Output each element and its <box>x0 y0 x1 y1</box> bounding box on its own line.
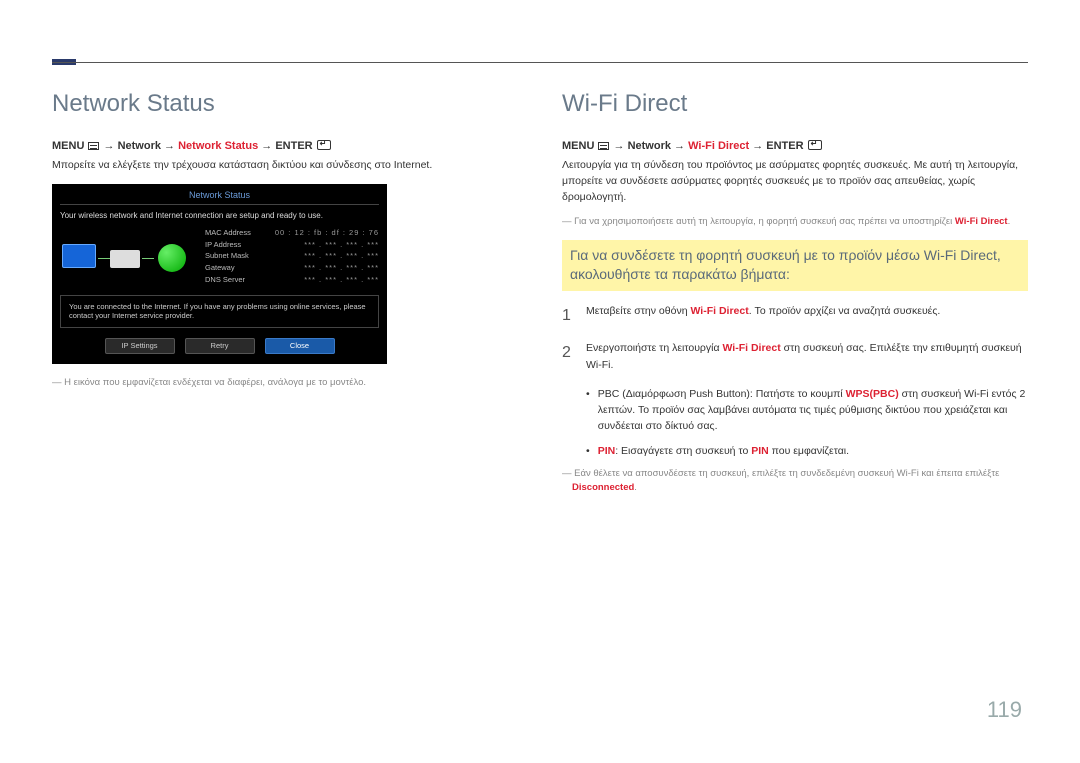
field-row: DNS Server *** . *** . *** . *** <box>205 275 379 285</box>
highlight: PIN <box>598 445 616 457</box>
path-seg: Network <box>118 140 161 152</box>
screenshot-infobox: You are connected to the Internet. If yo… <box>60 295 379 329</box>
tv-icon <box>62 244 96 268</box>
field-value: *** . *** . *** . *** <box>304 275 379 285</box>
field-value: *** . *** . *** . *** <box>304 251 379 261</box>
bullet-pbc: PBC (Διαμόρφωση Push Button): Πατήστε το… <box>586 386 1028 435</box>
menu-label: MENU <box>562 140 594 152</box>
path-seg: Network <box>628 140 671 152</box>
menu-path-right: MENU → Network → Wi-Fi Direct → ENTER <box>562 140 1028 152</box>
highlight-box: Για να συνδέσετε τη φορητή συσκευή με το… <box>562 240 1028 291</box>
field-label: Gateway <box>205 263 235 273</box>
menu-label: MENU <box>52 140 84 152</box>
field-row: MAC Address 00 : 12 : fb : df : 29 : 76 <box>205 228 379 238</box>
enter-label: ENTER <box>275 140 312 152</box>
enter-icon <box>317 140 331 150</box>
screenshot-rule <box>60 204 379 205</box>
bullet-pin: PIN: Εισαγάγετε στη συσκευή το PIN που ε… <box>586 443 1028 459</box>
connection-line <box>98 258 110 259</box>
left-column: Network Status MENU → Network → Network … <box>52 90 518 503</box>
step-text: Μεταβείτε στην οθόνη Wi-Fi Direct. Το πρ… <box>586 303 940 329</box>
note-text: Για να χρησιμοποιήσετε αυτή τη λειτουργί… <box>574 216 955 227</box>
right-column: Wi-Fi Direct MENU → Network → Wi-Fi Dire… <box>562 90 1028 503</box>
network-status-screenshot: Network Status Your wireless network and… <box>52 184 387 364</box>
highlight: PIN <box>751 445 769 457</box>
t: Μεταβείτε στην οθόνη <box>586 305 690 317</box>
step-2: 2 Ενεργοποιήστε τη λειτουργία Wi-Fi Dire… <box>562 340 1028 374</box>
screenshot-mid: MAC Address 00 : 12 : fb : df : 29 : 76 I… <box>60 228 379 287</box>
note-wifi-support: Για να χρησιμοποιήσετε αυτή τη λειτουργί… <box>562 215 1028 229</box>
close-button[interactable]: Close <box>265 338 335 354</box>
connection-diagram <box>60 228 195 284</box>
retry-button[interactable]: Retry <box>185 338 255 354</box>
bullets: PBC (Διαμόρφωση Push Button): Πατήστε το… <box>586 386 1028 459</box>
highlight: WPS(PBC) <box>846 388 899 400</box>
field-value: 00 : 12 : fb : df : 29 : 76 <box>275 228 379 238</box>
step-1: 1 Μεταβείτε στην οθόνη Wi-Fi Direct. Το … <box>562 303 1028 329</box>
field-value: *** . *** . *** . *** <box>304 263 379 273</box>
path-seg-highlight: Wi-Fi Direct <box>688 140 749 152</box>
field-label: MAC Address <box>205 228 251 238</box>
router-icon <box>110 250 140 268</box>
enter-label: ENTER <box>766 140 803 152</box>
menu-icon <box>598 142 609 150</box>
header-rule <box>52 62 1028 63</box>
screenshot-title: Network Status <box>60 190 379 202</box>
steps: 1 Μεταβείτε στην οθόνη Wi-Fi Direct. Το … <box>562 303 1028 496</box>
arrow: → <box>614 140 625 152</box>
footnote-left: Η εικόνα που εμφανίζεται ενδέχεται να δι… <box>52 376 518 390</box>
connection-line <box>142 258 154 259</box>
heading-wifi-direct: Wi-Fi Direct <box>562 90 1028 118</box>
field-row: IP Address *** . *** . *** . *** <box>205 240 379 250</box>
arrow: → <box>164 140 175 152</box>
screenshot-buttons: IP Settings Retry Close <box>60 338 379 354</box>
menu-path-left: MENU → Network → Network Status → ENTER <box>52 140 518 152</box>
field-value: *** . *** . *** . *** <box>304 240 379 250</box>
t: που εμφανίζεται. <box>769 445 849 457</box>
menu-icon <box>88 142 99 150</box>
page-content: Network Status MENU → Network → Network … <box>52 90 1028 503</box>
page-number: 119 <box>987 697 1022 723</box>
arrow: → <box>261 140 272 152</box>
body-left: Μπορείτε να ελέγξετε την τρέχουσα κατάστ… <box>52 158 518 174</box>
network-fields: MAC Address 00 : 12 : fb : df : 29 : 76 I… <box>205 228 379 287</box>
t: . Το προϊόν αρχίζει να αναζητά συσκευές. <box>749 305 941 317</box>
path-seg-highlight: Network Status <box>178 140 258 152</box>
field-label: DNS Server <box>205 275 245 285</box>
globe-icon <box>158 244 186 272</box>
note-highlight: Disconnected <box>572 482 634 493</box>
field-label: IP Address <box>205 240 241 250</box>
t: Ενεργοποιήστε τη λειτουργία <box>586 342 722 354</box>
step-number: 2 <box>562 340 576 374</box>
t: PBC (Διαμόρφωση Push Button): Πατήστε το… <box>598 388 846 400</box>
note-highlight: Wi-Fi Direct <box>955 216 1008 227</box>
screenshot-status: Your wireless network and Internet conne… <box>60 211 379 221</box>
enter-icon <box>808 140 822 150</box>
bullet-text: PBC (Διαμόρφωση Push Button): Πατήστε το… <box>598 386 1028 435</box>
note-disconnect: Εάν θέλετε να αποσυνδέσετε τη συσκευή, ε… <box>562 467 1028 496</box>
arrow: → <box>752 140 763 152</box>
highlight: Wi-Fi Direct <box>690 305 748 317</box>
heading-network-status: Network Status <box>52 90 518 118</box>
t: : Εισαγάγετε στη συσκευή το <box>615 445 751 457</box>
arrow: → <box>674 140 685 152</box>
step-number: 1 <box>562 303 576 329</box>
highlight: Wi-Fi Direct <box>722 342 780 354</box>
step-text: Ενεργοποιήστε τη λειτουργία Wi-Fi Direct… <box>586 340 1028 374</box>
note-text: Εάν θέλετε να αποσυνδέσετε τη συσκευή, ε… <box>574 468 999 479</box>
field-label: Subnet Mask <box>205 251 249 261</box>
arrow: → <box>104 140 115 152</box>
field-row: Gateway *** . *** . *** . *** <box>205 263 379 273</box>
field-row: Subnet Mask *** . *** . *** . *** <box>205 251 379 261</box>
body-right: Λειτουργία για τη σύνδεση του προϊόντος … <box>562 158 1028 205</box>
ip-settings-button[interactable]: IP Settings <box>105 338 175 354</box>
bullet-text: PIN: Εισαγάγετε στη συσκευή το PIN που ε… <box>598 443 849 459</box>
